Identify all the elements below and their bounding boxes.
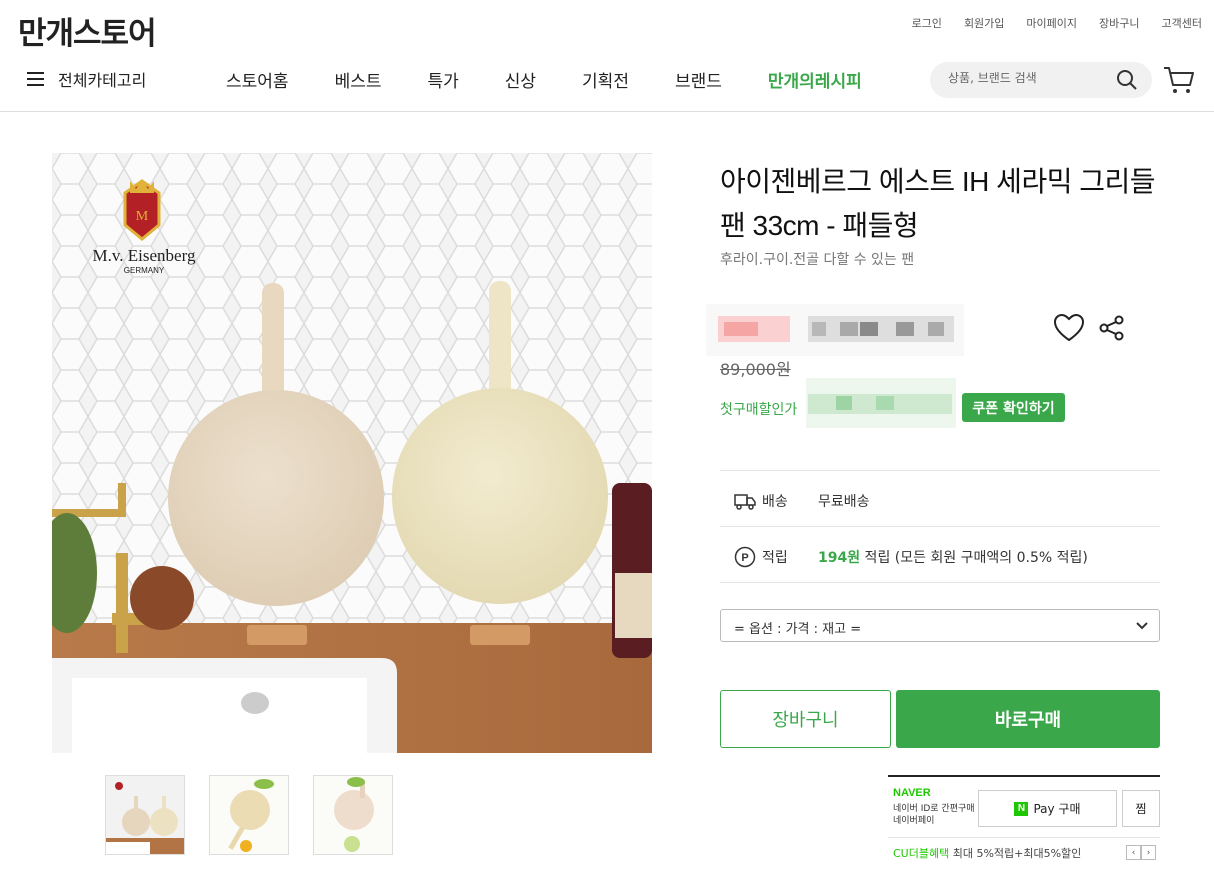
mypage-link[interactable]: 마이페이지 bbox=[1026, 15, 1077, 31]
next-arrow-icon[interactable]: › bbox=[1141, 845, 1156, 860]
product-title: 아이젠베르그 에스트 IH 세라믹 그리들팬 33cm - 패들형 bbox=[720, 166, 1156, 241]
cart-icon[interactable] bbox=[1163, 65, 1195, 95]
search-input[interactable] bbox=[948, 71, 1108, 85]
zzim-button[interactable]: 찜 bbox=[1122, 790, 1160, 827]
shipping-value: 무료배송 bbox=[818, 494, 870, 510]
nav-item-best[interactable]: 베스트 bbox=[335, 67, 382, 92]
nav-item-event[interactable]: 기획전 bbox=[582, 67, 629, 92]
search-icon[interactable] bbox=[1116, 69, 1138, 91]
shipping-label: 배송 bbox=[762, 494, 788, 510]
naver-pay-box: NAVER 네이버 ID로 간편구매 네이버페이 N Pay 구매 찜 CU더블… bbox=[888, 775, 1160, 865]
naver-pay-label: Pay 구매 bbox=[1033, 802, 1081, 816]
cart-link[interactable]: 장바구니 bbox=[1099, 15, 1139, 31]
customer-center-link[interactable]: 고객센터 bbox=[1162, 15, 1202, 31]
naver-pay-desc: 네이버 ID로 간편구매 네이버페이 bbox=[893, 804, 975, 826]
menu-icon bbox=[27, 72, 44, 86]
shipping-row: 배송 무료배송 bbox=[734, 491, 870, 511]
cu-benefit-arrows: ‹ › bbox=[1126, 845, 1156, 860]
divider bbox=[720, 470, 1160, 471]
all-category-button[interactable]: 전체카테고리 bbox=[27, 67, 146, 91]
naver-logo: NAVER bbox=[893, 787, 931, 799]
login-link[interactable]: 로그인 bbox=[912, 15, 942, 31]
thumbnail-1[interactable] bbox=[105, 775, 185, 855]
main-nav: 전체카테고리 스토어홈 베스트 특가 신상 기획전 브랜드 만개의레시피 bbox=[0, 55, 1214, 107]
search-box bbox=[930, 62, 1152, 98]
cu-benefit: CU더블혜택 최대 5%적립+최대5%할인 bbox=[893, 845, 1081, 861]
all-category-label: 전체카테고리 bbox=[58, 71, 147, 90]
original-price: 89,000원 bbox=[720, 360, 791, 379]
option-select[interactable]: = 옵션 : 가격 : 재고 = bbox=[720, 609, 1160, 642]
option-select-label: = 옵션 : 가격 : 재고 = bbox=[734, 622, 862, 637]
nav-menu: 스토어홈 베스트 특가 신상 기획전 브랜드 만개의레시피 bbox=[226, 67, 862, 92]
product-subtitle: 후라이.구이.전골 다할 수 있는 팬 bbox=[720, 252, 915, 268]
brand-name: M.v. Eisenberg bbox=[93, 246, 196, 265]
chevron-down-icon bbox=[1136, 622, 1148, 630]
store-logo[interactable]: 만개스토어 bbox=[18, 8, 157, 53]
heart-icon[interactable] bbox=[1054, 314, 1084, 342]
divider bbox=[720, 582, 1160, 583]
divider bbox=[888, 837, 1160, 838]
nav-item-new[interactable]: 신상 bbox=[505, 67, 536, 92]
divider bbox=[720, 526, 1160, 527]
truck-icon bbox=[734, 494, 756, 510]
cu-benefit-desc: 최대 5%적립+최대5%할인 bbox=[949, 847, 1082, 860]
first-purchase-label: 첫구매할인가 bbox=[720, 402, 798, 418]
brand-logo: M bbox=[136, 209, 149, 224]
nav-item-brand[interactable]: 브랜드 bbox=[675, 67, 722, 92]
nav-item-recipe[interactable]: 만개의레시피 bbox=[768, 67, 862, 92]
buy-now-button[interactable]: 바로구매 bbox=[896, 690, 1160, 748]
thumbnail-list bbox=[105, 775, 393, 855]
nav-item-special[interactable]: 특가 bbox=[427, 67, 458, 92]
blurred-discount-price bbox=[806, 378, 956, 428]
signup-link[interactable]: 회원가입 bbox=[964, 15, 1004, 31]
thumbnail-3[interactable] bbox=[313, 775, 393, 855]
nav-item-store-home[interactable]: 스토어홈 bbox=[226, 67, 289, 92]
header-divider bbox=[0, 111, 1214, 112]
cu-benefit-label: CU더블혜택 bbox=[893, 847, 950, 860]
util-links: 로그인 회원가입 마이페이지 장바구니 고객센터 bbox=[912, 15, 1202, 31]
points-desc: 적립 (모든 회원 구매액의 0.5% 적립) bbox=[860, 550, 1088, 566]
product-main-image[interactable]: M M.v. Eisenberg GERMANY bbox=[52, 153, 652, 753]
share-icon[interactable] bbox=[1099, 315, 1125, 341]
coupon-check-button[interactable]: 쿠폰 확인하기 bbox=[962, 393, 1065, 422]
points-row: P 적립 194원 적립 (모든 회원 구매액의 0.5% 적립) bbox=[734, 546, 1088, 568]
svg-text:P: P bbox=[741, 552, 748, 564]
thumbnail-2[interactable] bbox=[209, 775, 289, 855]
blurred-price-info bbox=[706, 304, 964, 356]
point-icon: P bbox=[734, 546, 756, 568]
naver-pay-button[interactable]: N Pay 구매 bbox=[978, 790, 1117, 827]
points-amount: 194원 bbox=[818, 550, 861, 566]
add-to-cart-button[interactable]: 장바구니 bbox=[720, 690, 891, 748]
naver-n-icon: N bbox=[1014, 801, 1029, 816]
prev-arrow-icon[interactable]: ‹ bbox=[1126, 845, 1141, 860]
brand-country: GERMANY bbox=[124, 266, 165, 275]
points-label: 적립 bbox=[762, 550, 788, 566]
